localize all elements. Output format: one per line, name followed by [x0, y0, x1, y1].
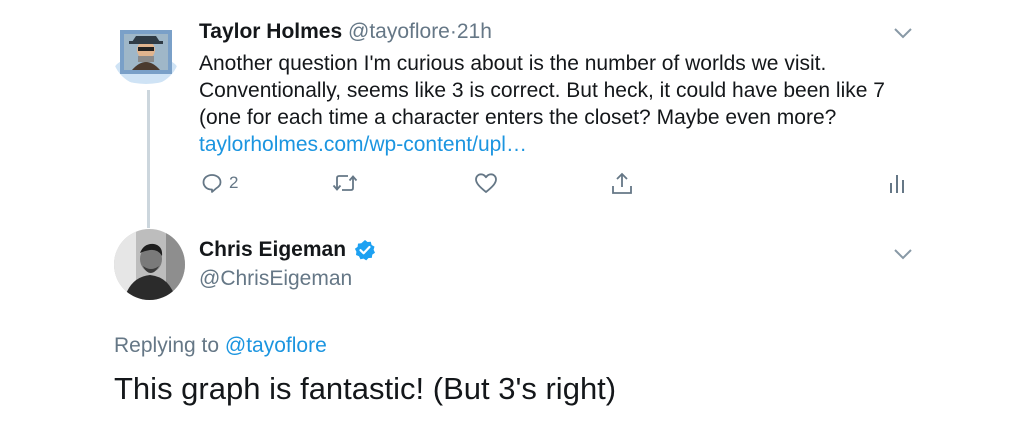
tweet-text: Another question I'm curious about is th…: [199, 50, 889, 158]
reply-icon: [202, 174, 222, 193]
reply-author-handle[interactable]: @ChrisEigeman: [199, 267, 352, 291]
separator-dot: ·: [449, 20, 457, 43]
replying-to-handle[interactable]: @tayoflore: [225, 334, 327, 357]
reply-author-name-row: Chris Eigeman: [199, 238, 376, 262]
replying-to-line: Replying to @tayoflore: [114, 334, 327, 358]
reply-author-name[interactable]: Chris Eigeman: [199, 238, 346, 262]
analytics-button[interactable]: [889, 172, 905, 194]
verified-badge-icon: [354, 240, 376, 261]
retweet-button[interactable]: [332, 172, 358, 194]
analytics-icon: [890, 175, 904, 193]
like-button[interactable]: [474, 172, 498, 194]
reply-count: 2: [229, 173, 239, 192]
like-icon: [475, 173, 497, 193]
avatar-taylor-holmes[interactable]: [112, 18, 180, 86]
tweet-time[interactable]: 21h: [457, 20, 492, 43]
retweet-icon: [332, 175, 358, 191]
share-icon: [612, 172, 632, 194]
chevron-down-icon[interactable]: [892, 247, 914, 261]
reply-tweet-text: This graph is fantastic! (But 3's right): [114, 371, 617, 406]
avatar-chris-eigeman[interactable]: [114, 229, 185, 300]
share-button[interactable]: [611, 172, 633, 196]
tweet-body-text: Another question I'm curious about is th…: [199, 52, 885, 129]
tweet-link[interactable]: taylorholmes.com/wp-content/upl…: [199, 133, 527, 156]
chevron-down-icon[interactable]: [892, 26, 914, 40]
replying-prefix: Replying to: [114, 334, 220, 357]
tweet-header: Taylor Holmes @tayoflore·21h: [199, 20, 492, 44]
tweet-actions: 2: [199, 172, 919, 200]
author-handle[interactable]: @tayoflore: [348, 20, 450, 43]
author-name[interactable]: Taylor Holmes: [199, 20, 342, 43]
reply-button[interactable]: 2: [201, 172, 238, 194]
thread-connector-line: [147, 90, 150, 228]
